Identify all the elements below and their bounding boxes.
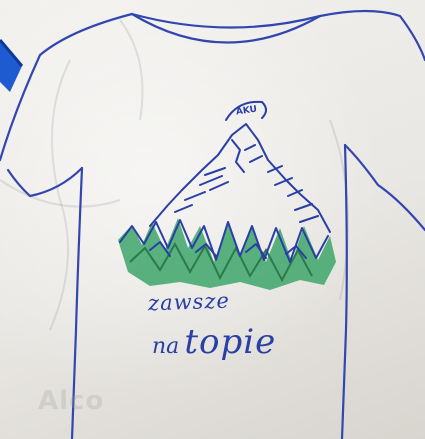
ghost-erased-marks	[0, 19, 349, 331]
slogan-line-1: zawsze	[147, 288, 231, 316]
whiteboard-photo: AKU zawsze na topie Alco	[0, 0, 425, 439]
marker-pen	[0, 39, 24, 92]
slogan-word-na: na	[152, 334, 180, 359]
tshirt-drawing	[0, 9, 425, 439]
slogan-line-2: na topie	[152, 322, 276, 362]
slogan-word-topie: topie	[184, 322, 277, 362]
ghost-watermark-text: Alco	[38, 386, 105, 416]
